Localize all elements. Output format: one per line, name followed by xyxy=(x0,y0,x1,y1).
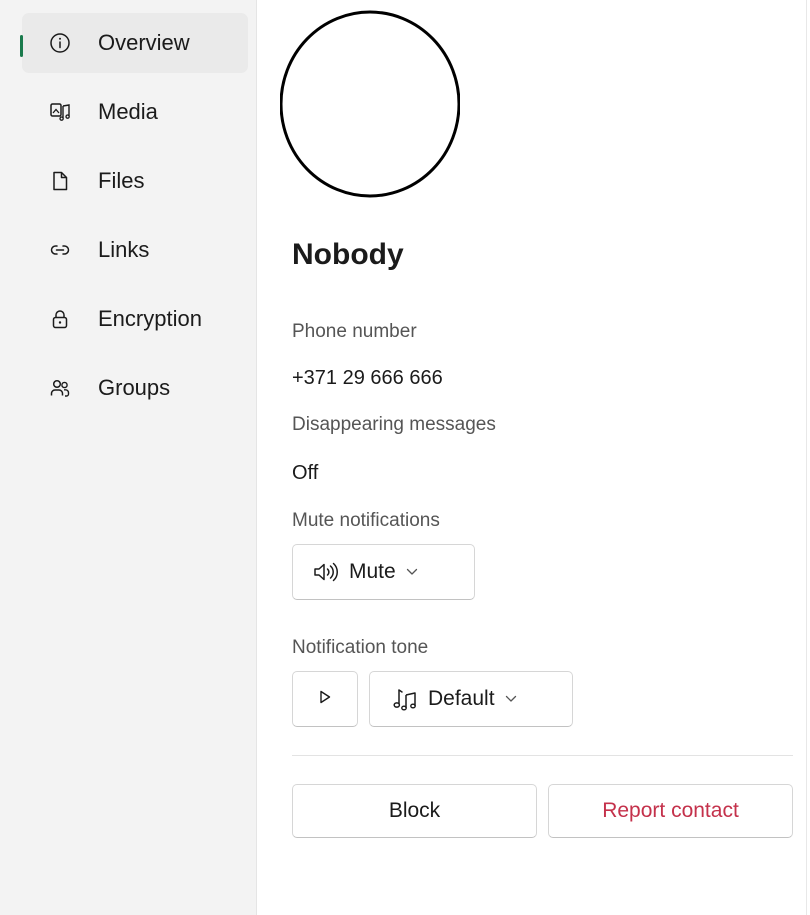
divider xyxy=(292,755,793,756)
music-note-icon xyxy=(392,687,418,711)
sidebar: Overview Media Files Links Encryption Gr… xyxy=(0,0,257,915)
notification-tone-label: Notification tone xyxy=(292,637,429,658)
lock-icon xyxy=(48,307,72,331)
mute-notifications-label: Mute notifications xyxy=(292,510,440,531)
sidebar-item-links[interactable]: Links xyxy=(22,220,248,280)
block-button-label: Block xyxy=(388,799,441,822)
phone-label: Phone number xyxy=(292,321,417,342)
chevron-down-icon xyxy=(406,568,418,576)
play-tone-button[interactable] xyxy=(292,671,358,727)
sidebar-item-label: Links xyxy=(98,237,150,262)
sidebar-item-media[interactable]: Media xyxy=(22,82,248,142)
disappearing-messages-label: Disappearing messages xyxy=(292,414,496,435)
sidebar-item-encryption[interactable]: Encryption xyxy=(22,289,248,349)
play-icon xyxy=(318,687,332,711)
report-contact-button[interactable]: Report contact xyxy=(548,784,793,838)
sidebar-item-label: Groups xyxy=(98,375,171,400)
phone-value: +371 29 666 666 xyxy=(292,367,443,389)
chevron-down-icon xyxy=(505,695,517,703)
link-icon xyxy=(48,238,72,262)
active-indicator xyxy=(20,35,23,57)
sidebar-item-label: Media xyxy=(98,99,158,124)
info-icon xyxy=(48,31,72,55)
mute-dropdown-button[interactable]: Mute xyxy=(292,544,475,600)
panel-edge xyxy=(806,0,807,915)
disappearing-messages-value: Off xyxy=(292,462,319,484)
media-icon xyxy=(48,100,72,124)
people-icon xyxy=(48,376,72,400)
notification-tone-dropdown[interactable]: Default xyxy=(369,671,573,727)
block-button[interactable]: Block xyxy=(292,784,537,838)
sidebar-item-label: Encryption xyxy=(98,306,202,331)
file-icon xyxy=(48,169,72,193)
contact-name: Nobody xyxy=(292,238,404,271)
sidebar-item-label: Files xyxy=(98,168,145,193)
sidebar-item-files[interactable]: Files xyxy=(22,151,248,211)
sidebar-item-label: Overview xyxy=(98,30,190,55)
sidebar-item-overview[interactable]: Overview xyxy=(20,13,248,73)
speaker-icon xyxy=(313,561,339,583)
sidebar-item-groups[interactable]: Groups xyxy=(22,358,248,418)
report-button-label: Report contact xyxy=(602,799,739,822)
tone-button-label: Default xyxy=(428,687,495,710)
avatar xyxy=(279,10,461,198)
mute-button-label: Mute xyxy=(349,560,396,583)
